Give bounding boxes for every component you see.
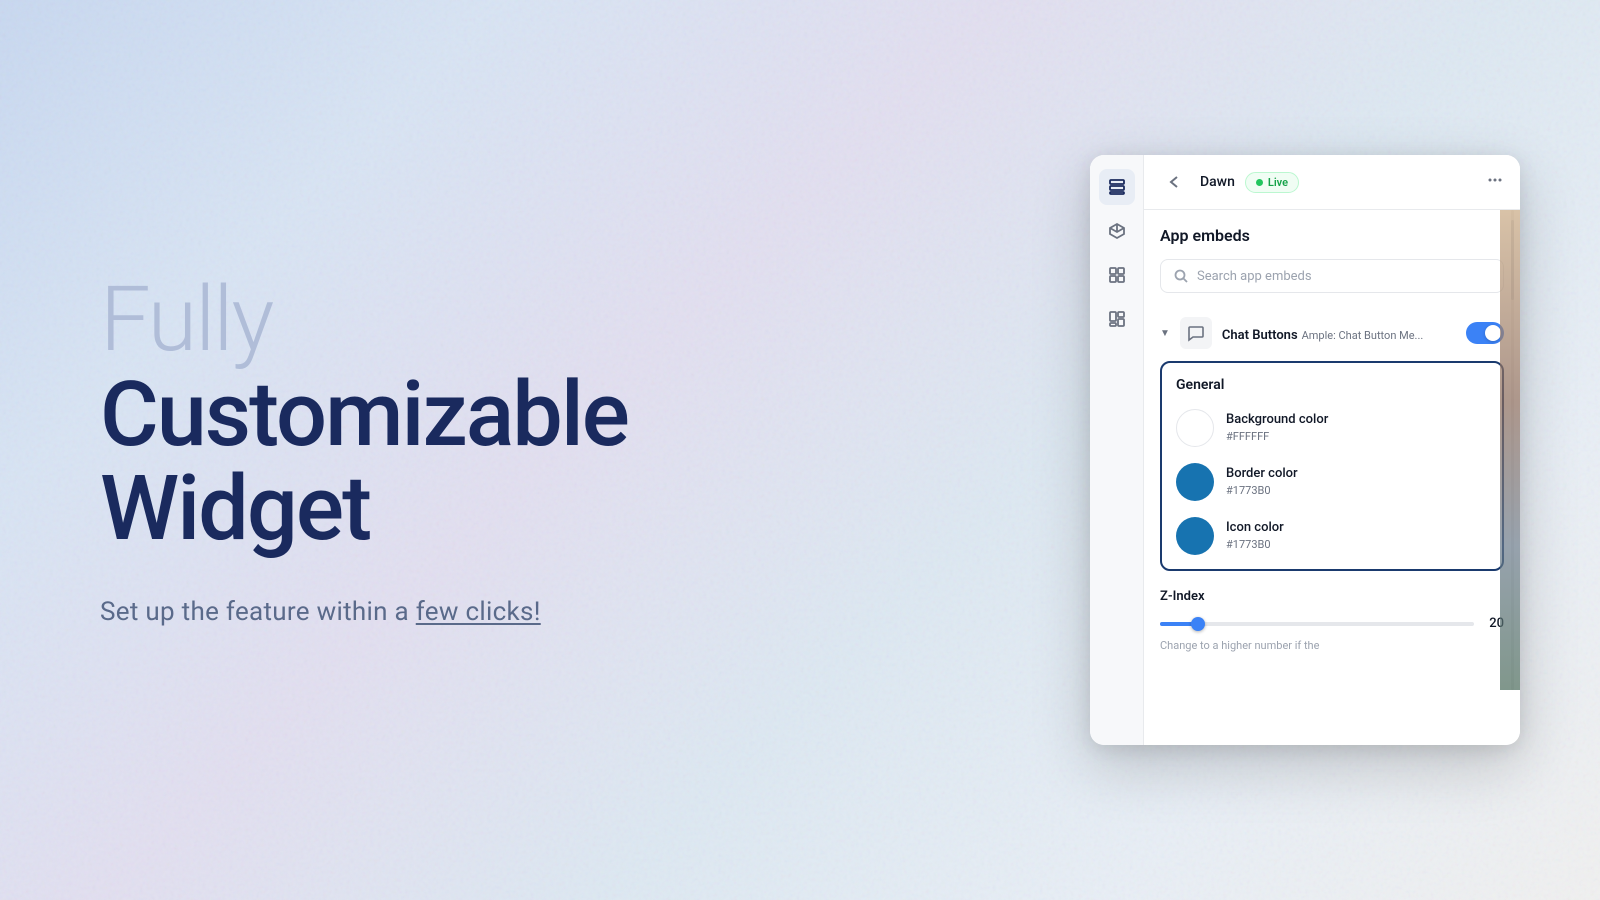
sidebar-sections-icon[interactable] [1099,169,1135,205]
search-placeholder: Search app embeds [1197,269,1312,284]
headline: Fully Customizable Widget [100,273,800,557]
border-color-swatch [1176,463,1214,501]
icon-color-hex: #1773B0 [1226,538,1271,551]
general-panel-title: General [1176,377,1488,393]
zindex-title: Z-Index [1160,589,1504,604]
background-color-name: Background color [1226,412,1328,427]
background-color-hex: #FFFFFF [1226,430,1269,443]
embed-name: Chat Buttons [1222,328,1298,343]
search-icon [1173,268,1189,284]
page-container: Fully Customizable Widget Set up the fea… [0,0,1600,900]
icon-color-label: Icon color #1773B0 [1226,520,1284,552]
live-dot [1256,179,1263,186]
border-color-hex: #1773B0 [1226,484,1271,497]
theme-name: Dawn [1200,174,1235,190]
embed-item[interactable]: ▼ Chat Buttons Ample: Chat Button Me... [1160,309,1504,357]
embed-toggle[interactable] [1466,322,1504,344]
right-content: Dawn Live App embeds [1090,155,1520,745]
search-bar[interactable]: Search app embeds [1160,259,1504,293]
live-label: Live [1268,176,1288,189]
subtitle: Set up the feature within a few clicks! [100,597,800,627]
mockup-content: App embeds Search app embeds ▼ [1144,210,1520,745]
border-color-label: Border color #1773B0 [1226,466,1298,498]
zindex-hint: Change to a higher number if the [1160,639,1504,652]
subtitle-link[interactable]: few clicks! [416,597,541,627]
embed-app-icon [1180,317,1212,349]
mockup-sidebar [1090,155,1144,745]
live-badge: Live [1245,172,1299,193]
embed-subtitle: Ample: Chat Button Me... [1302,329,1424,342]
mockup-header: Dawn Live [1144,155,1520,210]
embed-chevron-icon: ▼ [1160,328,1170,339]
icon-color-row[interactable]: Icon color #1773B0 [1176,517,1488,555]
icon-color-name: Icon color [1226,520,1284,535]
subtitle-prefix: Set up the feature within a [100,597,416,627]
slider-track[interactable] [1160,622,1474,626]
icon-color-swatch [1176,517,1214,555]
slider-row: 20 [1160,616,1504,631]
background-color-row[interactable]: Background color #FFFFFF [1176,409,1488,447]
left-content: Fully Customizable Widget Set up the fea… [100,273,800,627]
section-title: App embeds [1160,226,1504,245]
border-color-name: Border color [1226,466,1298,481]
border-color-row[interactable]: Border color #1773B0 [1176,463,1488,501]
ui-mockup: Dawn Live App embeds [1090,155,1520,745]
sidebar-blocks-icon[interactable] [1099,301,1135,337]
background-color-label: Background color #FFFFFF [1226,412,1328,444]
sidebar-widgets-icon[interactable] [1099,257,1135,293]
sidebar-apps-icon[interactable] [1099,213,1135,249]
mockup-main: Dawn Live App embeds [1144,155,1520,745]
embed-info: Chat Buttons Ample: Chat Button Me... [1222,324,1456,343]
general-panel: General Background color #FFFFFF Bor [1160,361,1504,571]
more-menu-button[interactable] [1486,171,1504,193]
headline-line1: Fully [100,273,800,368]
back-button[interactable] [1160,167,1190,197]
zindex-section: Z-Index 20 Change to a higher number if … [1160,585,1504,656]
headline-line2: Customizable [100,368,800,463]
background-image-peek [1500,210,1520,690]
slider-thumb[interactable] [1191,617,1205,631]
background-color-swatch [1176,409,1214,447]
headline-line3: Widget [100,462,800,557]
